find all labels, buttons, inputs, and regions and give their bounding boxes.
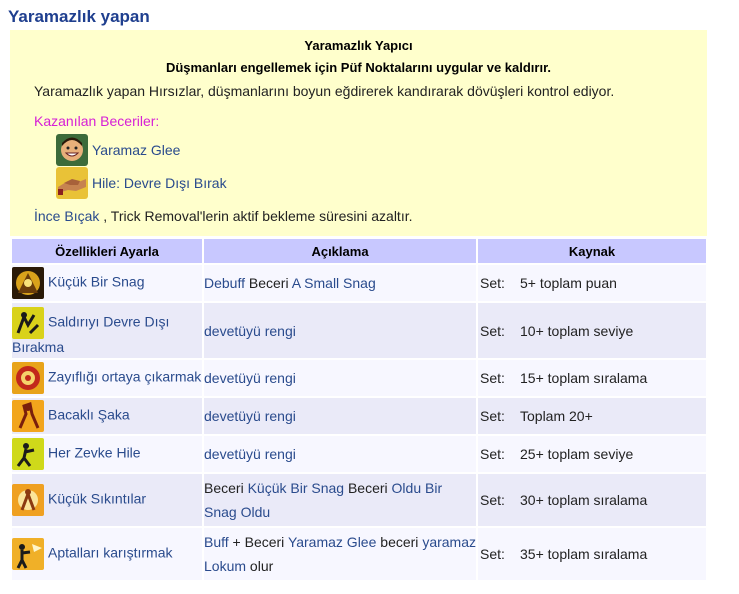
description-cell: devetüyü rengi <box>204 360 476 396</box>
table-row: Küçük Bir Snag Debuff Beceri A Small Snag… <box>12 265 706 301</box>
disarm-icon[interactable] <box>12 306 44 339</box>
description-text: olur <box>246 558 274 574</box>
description-cell: Buff + Beceri Yaramaz Glee beceri yarama… <box>204 528 476 580</box>
description-link[interactable]: Debuff <box>204 275 245 291</box>
description-link[interactable]: devetüyü rengi <box>204 370 296 386</box>
trait-link[interactable]: Her Zevke Hile <box>48 445 141 461</box>
description-link[interactable]: Yaramaz Glee <box>288 534 376 550</box>
infobox-note: İnce Bıçak , Trick Removal'lerin aktif b… <box>34 208 413 224</box>
trait-link[interactable]: Aptalları karıştırmak <box>48 545 172 561</box>
infobox-description: Düşmanları engellemek için Püf Noktaları… <box>165 60 552 75</box>
description-link[interactable]: Küçük Bir Snag <box>248 480 345 496</box>
snag-icon[interactable] <box>12 267 44 299</box>
trait-cell: Zayıflığı ortaya çıkarmak <box>12 360 202 396</box>
header-traits: Özellikleri Ayarla <box>12 239 202 263</box>
source-value: 35+ toplam sıralama <box>520 546 648 562</box>
source-set-label: Set: <box>480 546 505 562</box>
description-link[interactable]: devetüyü rengi <box>204 408 296 424</box>
description-cell: devetüyü rengi <box>204 303 476 358</box>
trait-cell: Saldırıyı Devre Dışı Bırakma <box>12 303 202 358</box>
infobox: Yaramazlık Yapıcı Düşmanları engellemek … <box>10 30 707 236</box>
skill-label[interactable]: Yaramaz Glee <box>92 142 180 158</box>
table-row: Zayıflığı ortaya çıkarmak devetüyü rengi S… <box>12 360 706 396</box>
source-cell: Set: 5+ toplam puan <box>478 265 706 301</box>
description-text: Beceri <box>344 480 392 496</box>
table-row: Saldırıyı Devre Dışı Bırakma devetüyü ren… <box>12 303 706 358</box>
table-row: Bacaklı Şaka devetüyü rengi Set: Toplam 20+ <box>12 398 706 434</box>
source-set-label: Set: <box>480 408 505 424</box>
trait-cell: Küçük Sıkıntılar <box>12 474 202 526</box>
trait-link[interactable]: Küçük Bir Snag <box>48 274 145 290</box>
skills-label: Kazanılan Beceriler: <box>34 113 160 129</box>
table-body: Küçük Bir Snag Debuff Beceri A Small Snag… <box>12 265 706 580</box>
description-cell: Beceri Küçük Bir Snag Beceri Oldu Bir Sn… <box>204 474 476 526</box>
confuse-icon[interactable] <box>12 538 44 570</box>
grinning-face-icon[interactable] <box>56 134 88 166</box>
page-title: Yaramazlık yapan <box>8 7 150 26</box>
source-value: 10+ toplam seviye <box>520 322 634 339</box>
skill-hile-devre-disi[interactable]: Hile: Devre Dışı Bırak <box>56 167 227 199</box>
weakness-icon[interactable] <box>12 362 44 394</box>
source-value: 5+ toplam puan <box>520 275 617 291</box>
description-text: Beceri <box>204 480 248 496</box>
source-set-label: Set: <box>480 322 505 339</box>
table-row: Aptalları karıştırmak Buff + Beceri Yaram… <box>12 528 706 580</box>
description-text: + Beceri <box>228 534 288 550</box>
handshake-icon[interactable] <box>56 167 88 199</box>
description-cell: devetüyü rengi <box>204 436 476 472</box>
skill-label[interactable]: Hile: Devre Dışı Bırak <box>92 175 227 191</box>
source-cell: Set: 25+ toplam seviye <box>478 436 706 472</box>
trait-link[interactable]: Bacaklı Şaka <box>48 407 130 423</box>
source-set-label: Set: <box>480 492 505 508</box>
trait-cell: Aptalları karıştırmak <box>12 528 202 580</box>
source-set-label: Set: <box>480 446 505 462</box>
skill-yaramaz-glee[interactable]: Yaramaz Glee <box>56 134 180 166</box>
ince-bicak-link[interactable]: İnce Bıçak <box>34 208 99 224</box>
source-value: 30+ toplam sıralama <box>520 492 648 508</box>
table-row: Küçük Sıkıntılar Beceri Küçük Bir Snag Be… <box>12 474 706 526</box>
trait-cell: Küçük Bir Snag <box>12 265 202 301</box>
description-link[interactable]: Buff <box>204 534 229 550</box>
source-cell: Set: 10+ toplam seviye <box>478 303 706 358</box>
source-value: 15+ toplam sıralama <box>520 370 648 386</box>
traits-table: Özellikleri Ayarla Açıklama Kaynak Küçük… <box>10 237 708 582</box>
trait-link[interactable]: Küçük Sıkıntılar <box>48 491 146 507</box>
trouble-icon[interactable] <box>12 484 44 516</box>
description-link[interactable]: devetüyü rengi <box>204 323 296 339</box>
source-set-label: Set: <box>480 275 505 291</box>
trait-cell: Her Zevke Hile <box>12 436 202 472</box>
source-value: Toplam 20+ <box>520 408 593 424</box>
description-cell: Debuff Beceri A Small Snag <box>204 265 476 301</box>
infobox-flavor: Yaramazlık yapan Hırsızlar, düşmanlarını… <box>34 83 615 99</box>
infobox-name: Yaramazlık Yapıcı <box>304 38 413 53</box>
source-value: 25+ toplam seviye <box>520 446 634 462</box>
description-text: beceri <box>376 534 423 550</box>
trait-link[interactable]: Zayıflığı ortaya çıkarmak <box>48 369 201 385</box>
source-set-label: Set: <box>480 370 505 386</box>
table-header-row: Özellikleri Ayarla Açıklama Kaynak <box>12 239 706 263</box>
description-cell: devetüyü rengi <box>204 398 476 434</box>
trait-cell: Bacaklı Şaka <box>12 398 202 434</box>
description-text: Beceri <box>245 275 292 291</box>
table-row: Her Zevke Hile devetüyü rengi Set: 25+ topl… <box>12 436 706 472</box>
source-cell: Set: Toplam 20+ <box>478 398 706 434</box>
trick-icon[interactable] <box>12 438 44 470</box>
description-link[interactable]: A Small Snag <box>292 275 376 291</box>
header-source: Kaynak <box>478 239 706 263</box>
source-cell: Set: 15+ toplam sıralama <box>478 360 706 396</box>
note-text: , Trick Removal'lerin aktif bekleme süre… <box>99 208 413 224</box>
source-cell: Set: 30+ toplam sıralama <box>478 474 706 526</box>
header-description: Açıklama <box>204 239 476 263</box>
description-link[interactable]: devetüyü rengi <box>204 446 296 462</box>
prank-icon[interactable] <box>12 400 44 432</box>
source-cell: Set: 35+ toplam sıralama <box>478 528 706 580</box>
